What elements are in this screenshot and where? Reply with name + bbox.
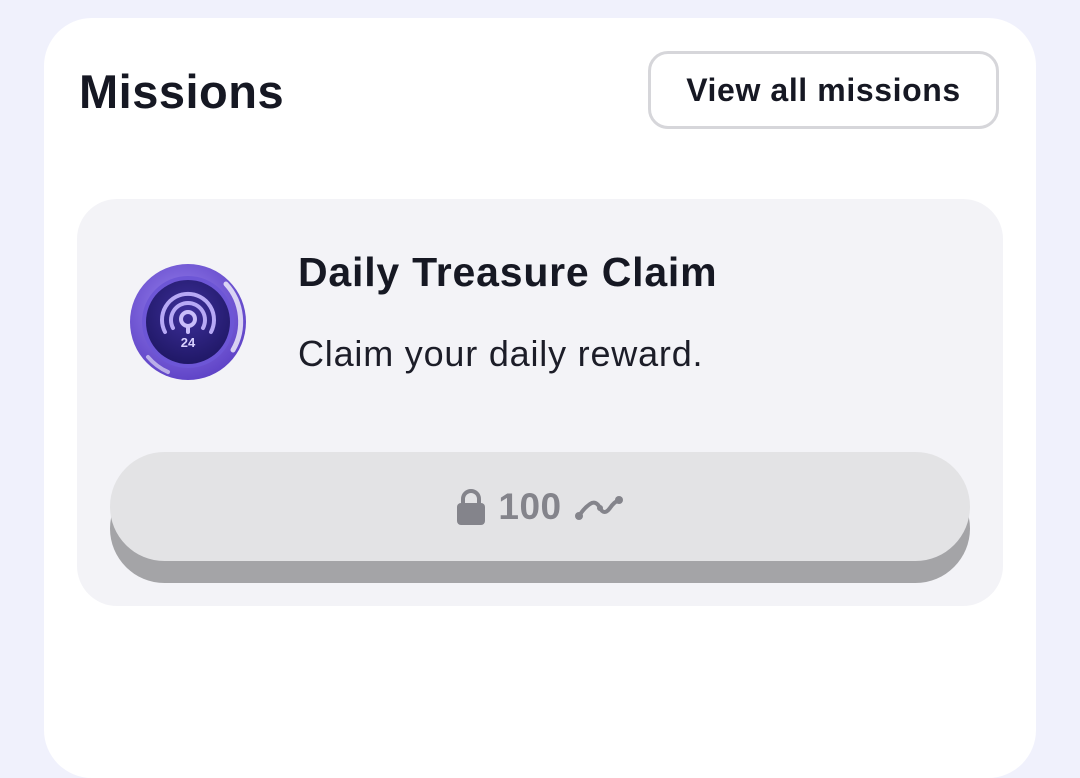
mission-description: Claim your daily reward. [298, 333, 704, 374]
reward-amount: 100 [498, 485, 562, 527]
mission-title: Daily Treasure Claim [298, 249, 718, 295]
points-squiggle-icon [574, 492, 624, 522]
view-all-missions-button[interactable]: View all missions [648, 51, 999, 129]
claim-reward-button[interactable]: 100 [110, 452, 970, 583]
mission-card: 24 Daily Treasure Claim Claim your daily… [77, 199, 1003, 606]
panel-title: Missions [79, 65, 285, 118]
claim-button-face: 100 [110, 452, 970, 561]
broadcast-24-badge-icon: 24 [128, 262, 248, 382]
lock-icon [456, 488, 486, 526]
badge-number: 24 [181, 335, 196, 350]
missions-panel: Missions View all missions 24 Daily Trea… [44, 18, 1036, 778]
